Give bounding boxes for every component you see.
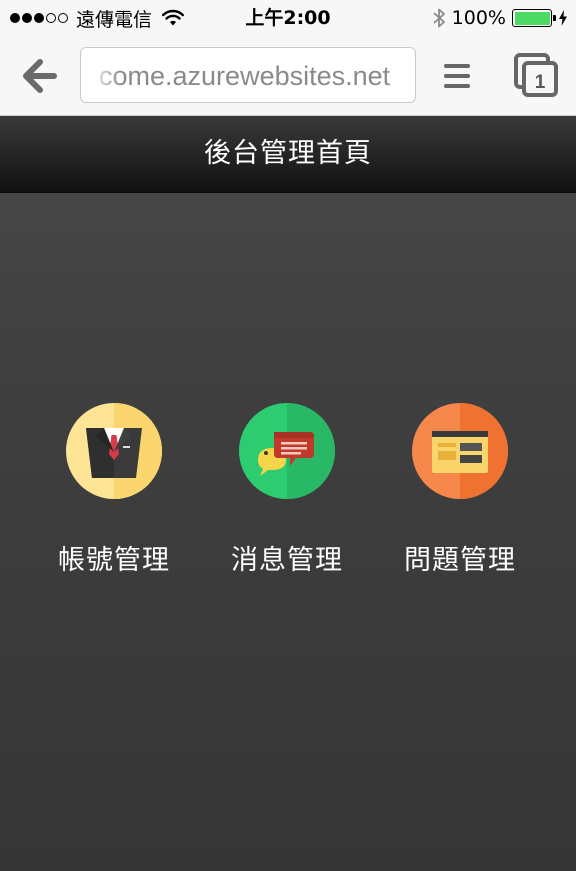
carrier-name: 遠傳電信 xyxy=(76,8,153,31)
news-management-button[interactable]: 消息管理 xyxy=(202,402,372,577)
charging-icon xyxy=(559,10,567,26)
url-field[interactable]: come.azurewebsites.net xyxy=(80,47,416,103)
battery-percent: 100% xyxy=(451,7,506,29)
status-right: 100% xyxy=(432,0,568,36)
issue-management-button[interactable]: 問題管理 xyxy=(375,402,545,577)
account-management-button[interactable]: 帳號管理 xyxy=(29,402,199,577)
news-management-label: 消息管理 xyxy=(231,545,343,576)
wifi-icon xyxy=(162,9,185,26)
screen: 遠傳電信 上午2:00 100% come.azurewebsites.net … xyxy=(0,0,576,871)
url-text: come.azurewebsites.net xyxy=(99,61,391,91)
tabs-icon[interactable]: 1 xyxy=(514,53,558,97)
status-left: 遠傳電信 xyxy=(10,0,185,36)
signal-strength-icon xyxy=(10,13,68,23)
battery-level xyxy=(514,11,550,25)
account-management-label: 帳號管理 xyxy=(58,545,170,576)
chat-bubbles-icon xyxy=(239,403,335,499)
window-icon xyxy=(412,403,508,499)
menu-icon[interactable] xyxy=(442,62,472,90)
browser-toolbar: come.azurewebsites.net 1 xyxy=(0,36,576,116)
battery-icon xyxy=(512,9,556,27)
bluetooth-icon xyxy=(433,8,445,28)
page-title: 後台管理首頁 xyxy=(204,138,372,169)
status-bar: 遠傳電信 上午2:00 100% xyxy=(0,0,576,36)
tab-count: 1 xyxy=(535,72,546,93)
issue-management-label: 問題管理 xyxy=(404,545,516,576)
title-bar: 後台管理首頁 xyxy=(0,116,576,193)
suit-icon xyxy=(66,403,162,499)
back-arrow-icon[interactable] xyxy=(20,58,58,94)
